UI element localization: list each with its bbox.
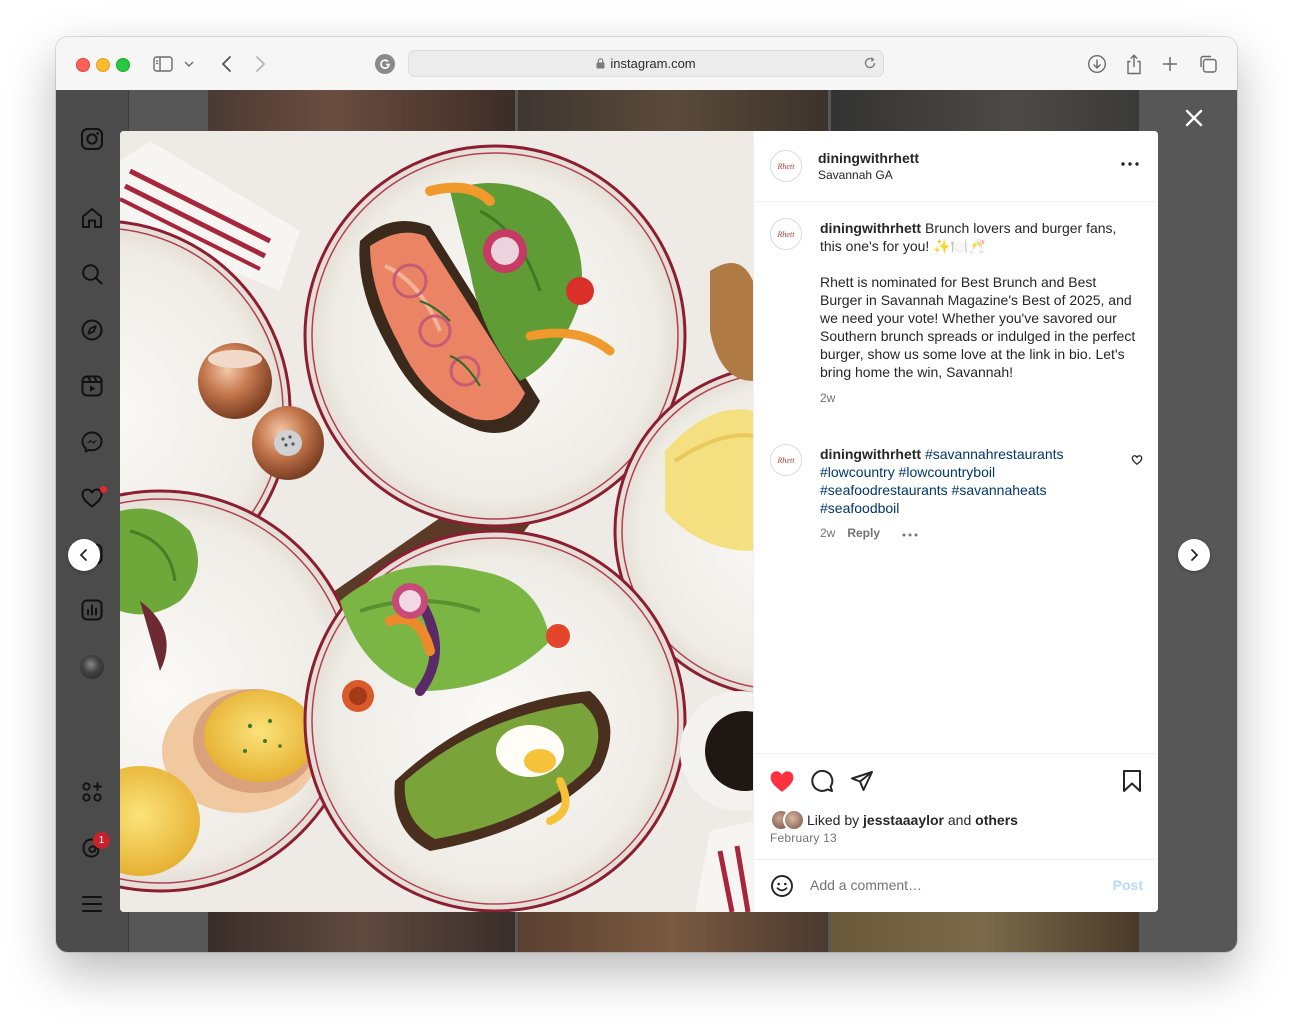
- svg-text:Rhett: Rhett: [777, 162, 796, 171]
- comment-input[interactable]: [810, 875, 1090, 895]
- post-actions: Liked by jesstaaaylor and others Februar…: [754, 753, 1158, 860]
- sidebar-toggle-icon[interactable]: [152, 53, 174, 75]
- caption-line2: Rhett is nominated for Best Brunch and B…: [820, 274, 1136, 380]
- rhett-logo: Rhett: [777, 162, 796, 171]
- svg-text:Rhett: Rhett: [777, 230, 796, 239]
- back-icon[interactable]: [215, 53, 237, 75]
- liked-by-and: and: [947, 812, 972, 828]
- post-header: Rhett diningwithrhett Savannah GA: [754, 131, 1158, 202]
- brunch-photo-illustration: [120, 131, 753, 912]
- next-post-button[interactable]: [1178, 539, 1210, 571]
- url-label: instagram.com: [610, 56, 696, 71]
- instagram-sidebar: 1: [56, 90, 129, 952]
- chevron-left-icon: [79, 549, 87, 561]
- rhett-logo: Rhett: [777, 456, 796, 465]
- downloads-icon[interactable]: [1086, 53, 1108, 75]
- comment-like-icon[interactable]: [1131, 453, 1143, 471]
- liked-by-user[interactable]: jesstaaaylor: [863, 812, 944, 828]
- address-bar[interactable]: instagram.com: [408, 50, 884, 77]
- tab-overview-icon[interactable]: [1197, 53, 1219, 75]
- reload-icon[interactable]: [863, 56, 877, 75]
- share-icon[interactable]: [1123, 53, 1145, 75]
- liked-by-prefix: Liked by: [807, 812, 860, 828]
- save-bookmark-icon[interactable]: [1119, 768, 1145, 794]
- post-image: [120, 131, 753, 912]
- search-icon[interactable]: [80, 262, 104, 286]
- messenger-icon[interactable]: [80, 430, 104, 454]
- lock-icon: [596, 58, 605, 69]
- zoom-window-button[interactable]: [116, 58, 130, 72]
- post-username[interactable]: diningwithrhett: [818, 150, 919, 166]
- more-options-icon[interactable]: [1121, 153, 1139, 171]
- grammarly-extension-icon[interactable]: [375, 54, 395, 74]
- previous-post-button[interactable]: [68, 539, 100, 571]
- threads-badge: 1: [93, 832, 110, 849]
- minimize-window-button[interactable]: [96, 58, 110, 72]
- svg-text:Rhett: Rhett: [777, 456, 796, 465]
- comment-more-icon[interactable]: [902, 524, 918, 542]
- page-viewport: 1 Rhett diningwithrhett Savannah GA Rhet…: [56, 90, 1237, 952]
- caption-avatar[interactable]: Rhett: [770, 218, 802, 250]
- feed-tile[interactable]: [831, 90, 1139, 131]
- forward-icon[interactable]: [250, 53, 272, 75]
- chevron-down-icon[interactable]: [182, 53, 196, 75]
- like-heart-icon[interactable]: [769, 768, 795, 794]
- new-tab-icon[interactable]: [1159, 53, 1181, 75]
- also-from-meta-icon[interactable]: [80, 780, 104, 804]
- post-detail-panel: Rhett diningwithrhett Savannah GA Rhett …: [753, 131, 1158, 912]
- feed-tile[interactable]: [831, 912, 1139, 952]
- add-comment-bar: Post: [754, 859, 1158, 912]
- url-text: instagram.com: [409, 56, 883, 71]
- post-date[interactable]: February 13: [770, 831, 837, 845]
- close-modal-icon[interactable]: [1184, 108, 1204, 128]
- reply-button[interactable]: Reply: [847, 524, 880, 542]
- comment-age[interactable]: 2w: [820, 524, 835, 542]
- comment-icon[interactable]: [809, 768, 835, 794]
- browser-window: instagram.com 1 Rhett diningwithrhett Sa…: [56, 37, 1237, 952]
- hashtag-comment: diningwithrhett #savannahrestaurants #lo…: [820, 445, 1085, 542]
- close-window-button[interactable]: [76, 58, 90, 72]
- feed-tile[interactable]: [518, 912, 828, 952]
- post-caption: diningwithrhett Brunch lovers and burger…: [820, 219, 1138, 407]
- insights-icon[interactable]: [80, 598, 104, 622]
- emoji-icon[interactable]: [770, 874, 794, 903]
- caption-age[interactable]: 2w: [820, 389, 1138, 407]
- feed-tile[interactable]: [208, 912, 515, 952]
- share-direct-icon[interactable]: [849, 768, 875, 794]
- post-comment-button[interactable]: Post: [1113, 877, 1143, 893]
- reels-icon[interactable]: [80, 374, 104, 398]
- comment-avatar[interactable]: Rhett: [770, 444, 802, 476]
- post-location[interactable]: Savannah GA: [818, 168, 893, 182]
- account-avatar[interactable]: Rhett: [770, 150, 802, 182]
- comment-username[interactable]: diningwithrhett: [820, 446, 921, 462]
- post-modal: Rhett diningwithrhett Savannah GA Rhett …: [120, 131, 1158, 912]
- browser-toolbar: instagram.com: [56, 37, 1237, 91]
- explore-icon[interactable]: [80, 318, 104, 342]
- feed-tile[interactable]: [208, 90, 515, 131]
- liker-avatar: [783, 809, 805, 831]
- profile-avatar[interactable]: [80, 655, 104, 679]
- feed-tile[interactable]: [518, 90, 828, 131]
- home-icon[interactable]: [80, 206, 104, 230]
- menu-icon[interactable]: [80, 892, 104, 916]
- instagram-logo-icon[interactable]: [80, 127, 104, 151]
- notification-dot: [100, 486, 107, 493]
- liked-by-row[interactable]: Liked by jesstaaaylor and others: [770, 809, 1018, 831]
- liked-by-others[interactable]: others: [975, 812, 1018, 828]
- chevron-right-icon: [1191, 549, 1199, 561]
- rhett-logo: Rhett: [777, 230, 796, 239]
- caption-username[interactable]: diningwithrhett: [820, 220, 921, 236]
